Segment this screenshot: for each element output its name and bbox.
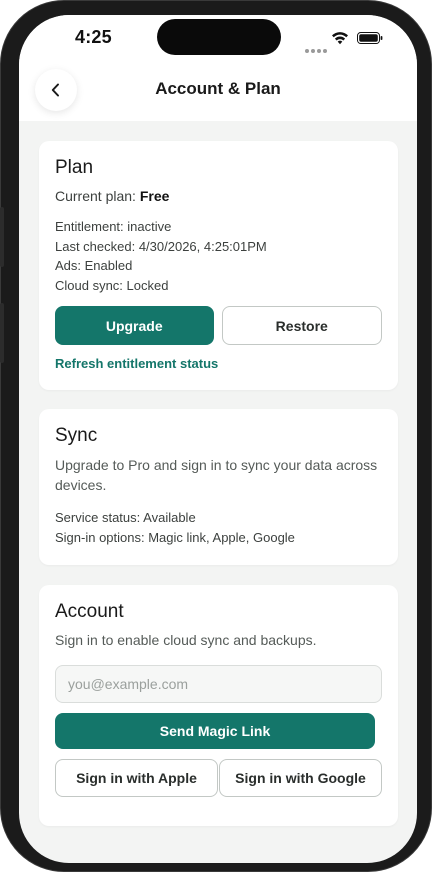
sync-details: Service status: Available Sign-in option… <box>55 508 382 547</box>
phone-frame: 4:25 Account & Plan Plan Current plan: F… <box>0 0 432 872</box>
plan-details: Entitlement: inactive Last checked: 4/30… <box>55 217 382 295</box>
sync-heading: Sync <box>55 425 98 446</box>
sync-card: Sync Upgrade to Pro and sign in to sync … <box>39 409 398 565</box>
refresh-entitlement-link[interactable]: Refresh entitlement status <box>55 356 382 371</box>
email-field[interactable] <box>55 665 382 703</box>
last-checked: Last checked: 4/30/2026, 4:25:01PM <box>55 238 267 254</box>
upgrade-button[interactable]: Upgrade <box>55 306 214 345</box>
volume-up-button <box>0 207 4 267</box>
cellular-signal-icon <box>305 40 329 53</box>
restore-button[interactable]: Restore <box>221 306 382 345</box>
volume-down-button <box>0 303 4 363</box>
cloud-sync-status: Cloud sync: Locked <box>55 277 169 293</box>
account-heading: Account <box>55 601 124 622</box>
account-card: Account Sign in to enable cloud sync and… <box>39 585 398 826</box>
service-status: Service status: Available <box>55 510 196 525</box>
page-title: Account & Plan <box>155 79 281 98</box>
sign-in-google-button[interactable]: Sign in with Google <box>219 759 382 797</box>
entitlement-status: Entitlement: inactive <box>55 219 172 234</box>
app-header: Account & Plan <box>19 69 417 121</box>
current-plan-line: Current plan: Free <box>55 188 382 204</box>
dynamic-island <box>157 19 281 55</box>
sign-in-apple-button[interactable]: Sign in with Apple <box>55 759 218 797</box>
wifi-icon <box>332 32 348 45</box>
current-plan-value: Free <box>139 188 170 204</box>
sync-description: Upgrade to Pro and sign in to sync your … <box>55 457 378 493</box>
current-plan-label: Current plan: <box>55 188 140 204</box>
social-sign-in-row: Sign in with Apple Sign in with Google <box>55 759 382 797</box>
ads-status: Ads: Enabled <box>55 258 133 273</box>
screen: 4:25 Account & Plan Plan Current plan: F… <box>19 15 417 863</box>
plan-heading: Plan <box>55 157 94 178</box>
send-magic-link-button[interactable]: Send Magic Link <box>55 713 375 749</box>
plan-actions: Upgrade Restore <box>55 306 382 345</box>
account-description: Sign in to enable cloud sync and backups… <box>55 632 317 648</box>
battery-icon <box>357 32 383 44</box>
sign-in-options: Sign-in options: Magic link, Apple, Goog… <box>55 529 295 545</box>
plan-card: Plan Current plan: Free Entitlement: ina… <box>39 141 398 390</box>
status-bar: 4:25 <box>19 15 417 69</box>
status-time: 4:25 <box>75 27 112 47</box>
